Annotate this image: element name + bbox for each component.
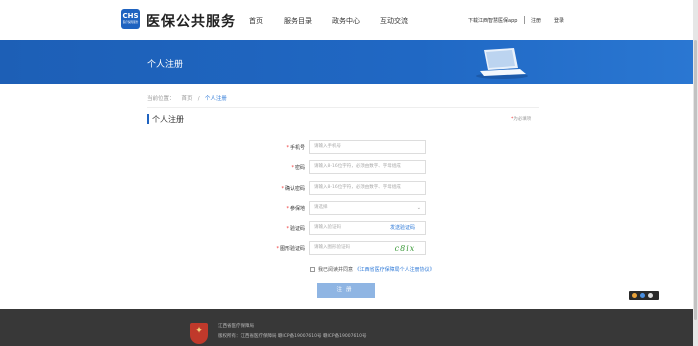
phone-label: *手机号 — [286, 145, 305, 151]
insured-place-label: *参保地 — [286, 206, 305, 212]
logo-subtext: 医疗保障服务 — [122, 21, 139, 24]
floating-widget-icon[interactable] — [640, 293, 645, 298]
password-label: *密码 — [291, 165, 305, 171]
breadcrumb-divider — [147, 107, 539, 108]
breadcrumb: 当前位置： 首页 / 个人注册 — [147, 94, 227, 102]
floating-widget-icon[interactable] — [632, 293, 637, 298]
agreement-row: 我已阅读并同意 《江西省医疗保障局个人注册协议》 — [310, 266, 435, 273]
chs-logo[interactable]: CHS 医疗保障服务 — [121, 9, 140, 29]
image-code-label: *图形验证码 — [276, 246, 305, 252]
breadcrumb-home[interactable]: 首页 — [182, 96, 193, 102]
banner-title: 个人注册 — [147, 60, 184, 70]
breadcrumb-separator: / — [197, 96, 200, 102]
site-brand[interactable]: 医保公共服务 — [146, 11, 236, 31]
registration-page: CHS 医疗保障服务 医保公共服务 首页 服务目录 政务中心 互动交流 下载江西… — [0, 0, 698, 346]
breadcrumb-prefix: 当前位置： — [147, 96, 175, 102]
sms-code-label: *验证码 — [286, 226, 305, 232]
required-note-text: 为必填项 — [513, 117, 532, 122]
nav-government-center[interactable]: 政务中心 — [332, 16, 360, 26]
captcha-image[interactable]: c8ix — [388, 243, 422, 254]
emblem-icon: ✦ — [190, 323, 208, 344]
sms-code-input[interactable]: 请输入验证码 发送验证码 — [309, 221, 426, 235]
login-link[interactable]: 登录 — [554, 17, 564, 24]
register-link[interactable]: 注册 — [531, 17, 541, 24]
header-link-divider — [524, 16, 525, 24]
nav-home[interactable]: 首页 — [249, 16, 263, 26]
scrollbar-thumb[interactable] — [694, 40, 697, 320]
send-sms-code-button[interactable]: 发送验证码 — [390, 222, 415, 234]
insured-place-select[interactable]: 请选择 ⌄ — [309, 201, 426, 215]
site-header: CHS 医疗保障服务 医保公共服务 首页 服务目录 政务中心 互动交流 下载江西… — [0, 0, 698, 40]
footer-info: 版权所有：江西省医疗保障局 赣ICP备19007610号 赣ICP备190076… — [218, 334, 367, 339]
confirm-password-input[interactable]: 请输入8-16位字符，必须由数字、字母组成 — [309, 181, 426, 195]
agreement-link[interactable]: 《江西省医疗保障局个人注册协议》 — [355, 267, 435, 273]
footer-org: 江西省医疗保障局 — [218, 324, 254, 329]
phone-input[interactable]: 请输入手机号 — [309, 140, 426, 154]
agreement-text: 我已阅读并同意 — [318, 267, 354, 273]
password-input[interactable]: 请输入8-16位字符，必须由数字、字母组成 — [309, 160, 426, 174]
section-title-bar — [147, 114, 149, 124]
logo-text: CHS — [122, 12, 139, 20]
page-banner: 个人注册 — [0, 40, 693, 84]
required-note: *为必填项 — [511, 116, 531, 122]
breadcrumb-current: 个人注册 — [204, 96, 227, 102]
agreement-checkbox[interactable] — [310, 267, 315, 272]
floating-widget-icon[interactable] — [648, 293, 653, 298]
chevron-down-icon: ⌄ — [416, 205, 421, 211]
floating-toolbar[interactable] — [629, 291, 659, 300]
nav-service-catalog[interactable]: 服务目录 — [284, 16, 312, 26]
download-app-link[interactable]: 下载江西智慧医保app — [468, 17, 517, 24]
register-submit-button[interactable]: 注册 — [317, 283, 375, 298]
section-title: 个人注册 — [152, 115, 184, 124]
confirm-password-label: *确认密码 — [281, 186, 305, 192]
site-footer — [0, 309, 693, 346]
nav-interaction[interactable]: 互动交流 — [380, 16, 408, 26]
laptop-illustration-icon — [476, 48, 528, 79]
